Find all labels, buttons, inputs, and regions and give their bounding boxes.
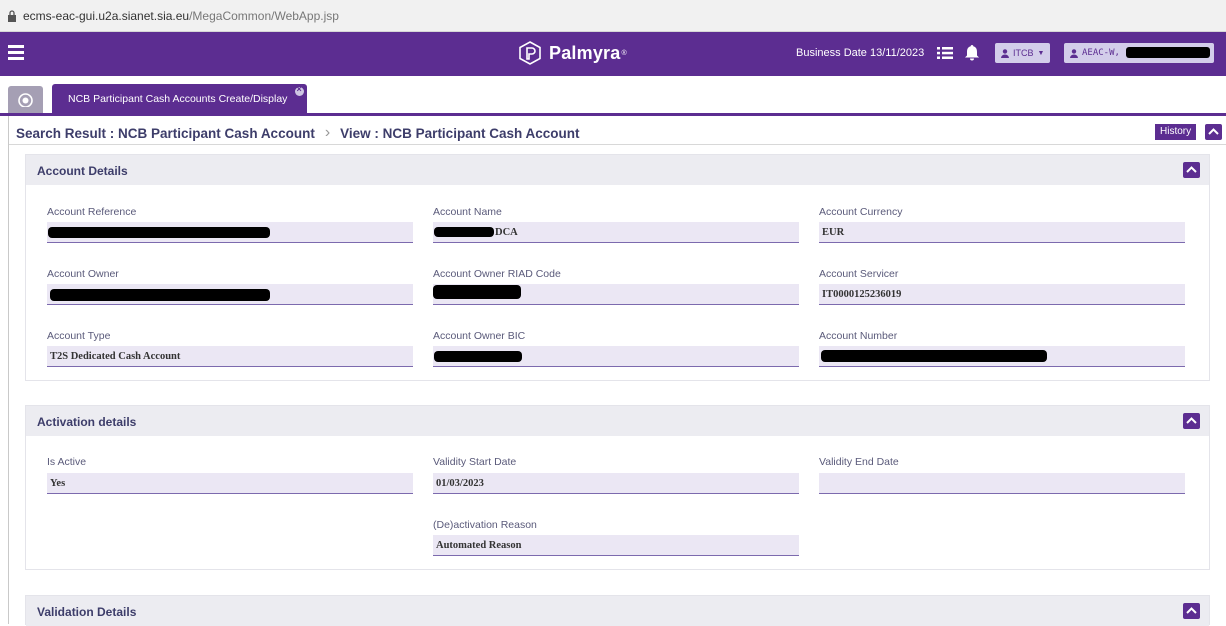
- content-border: [8, 116, 9, 624]
- hamburger-menu-icon[interactable]: [8, 45, 24, 61]
- validity-end-date-label: Validity End Date: [819, 456, 899, 468]
- deactivation-reason-label: (De)activation Reason: [433, 519, 537, 531]
- account-owner-bic-label: Account Owner BIC: [433, 330, 526, 342]
- chevron-up-icon: [1186, 607, 1197, 614]
- chevron-up-icon: [1186, 166, 1197, 173]
- validation-details-panel: Validation Details: [25, 595, 1210, 626]
- validation-details-header[interactable]: Validation Details: [26, 596, 1209, 626]
- account-owner-field: [47, 284, 413, 305]
- lock-icon: [8, 9, 16, 22]
- business-date: Business Date 13/11/2023: [796, 47, 925, 59]
- account-servicer-label: Account Servicer: [819, 268, 899, 280]
- activation-details-header[interactable]: Activation details: [26, 406, 1209, 436]
- account-number-field: [819, 346, 1185, 367]
- user-icon: [1070, 48, 1078, 58]
- task-list-icon[interactable]: [937, 46, 953, 60]
- account-owner-riad-label: Account Owner RIAD Code: [433, 268, 561, 280]
- redaction: [434, 227, 494, 237]
- collapse-validation-details-button[interactable]: [1183, 603, 1200, 619]
- account-currency-value: EUR: [822, 227, 845, 238]
- account-reference-label: Account Reference: [47, 206, 137, 218]
- account-reference-field: [47, 222, 413, 243]
- section-title: Account Details: [37, 164, 128, 178]
- account-type-label: Account Type: [47, 330, 111, 342]
- account-details-header[interactable]: Account Details: [26, 155, 1209, 185]
- collapse-page-button[interactable]: [1205, 124, 1222, 140]
- dashboard-icon: [18, 93, 33, 107]
- is-active-field: Yes: [47, 473, 413, 494]
- account-name-value: DCA: [495, 227, 518, 238]
- role-selector[interactable]: ITCB ▼: [995, 43, 1051, 63]
- validity-end-date-field: [819, 473, 1185, 494]
- is-active-label: Is Active: [47, 456, 87, 468]
- breadcrumb: Search Result : NCB Participant Cash Acc…: [16, 124, 579, 142]
- account-servicer-value: IT0000125236019: [822, 289, 902, 300]
- divider: [9, 144, 1226, 145]
- account-currency-field: EUR: [819, 222, 1185, 243]
- redaction: [821, 350, 1047, 362]
- account-servicer-field: IT0000125236019: [819, 284, 1185, 305]
- chevron-up-icon: [1208, 128, 1219, 135]
- history-button[interactable]: History: [1155, 124, 1197, 140]
- role-label: ITCB: [1013, 48, 1034, 58]
- is-active-value: Yes: [50, 478, 66, 489]
- home-tab[interactable]: [8, 86, 43, 113]
- tab-label: NCB Participant Cash Accounts Create/Dis…: [68, 93, 288, 105]
- palmyra-logo: Palmyra ®: [518, 41, 627, 65]
- notification-bell-icon[interactable]: [964, 44, 980, 61]
- account-owner-label: Account Owner: [47, 268, 119, 280]
- redaction: [48, 227, 270, 238]
- account-name-label: Account Name: [433, 206, 502, 218]
- redaction: [433, 285, 521, 299]
- activation-details-panel: Activation details Is Active Yes Validit…: [25, 405, 1210, 570]
- app-header: Palmyra ® Business Date 13/11/2023 ITCB ▼…: [0, 32, 1226, 76]
- chevron-right-icon: ›: [324, 124, 331, 141]
- redaction: [434, 351, 522, 362]
- user-menu[interactable]: AEAC-W,: [1064, 43, 1214, 63]
- palmyra-logo-icon: [519, 41, 541, 65]
- account-number-label: Account Number: [819, 330, 898, 342]
- account-currency-label: Account Currency: [819, 206, 903, 218]
- account-owner-bic-field: [433, 346, 799, 367]
- validity-start-date-field: 01/03/2023: [433, 473, 799, 494]
- account-type-value: T2S Dedicated Cash Account: [50, 351, 181, 362]
- chevron-down-icon: ▼: [1037, 49, 1045, 57]
- redaction: [50, 289, 270, 301]
- url-path: /MegaCommon/WebApp.jsp: [189, 8, 339, 23]
- validity-start-date-value: 01/03/2023: [436, 478, 484, 489]
- user-icon: [1001, 48, 1009, 58]
- brand-name: Palmyra: [549, 42, 621, 63]
- account-name-field: DCA: [433, 222, 799, 243]
- redaction: [1126, 47, 1210, 58]
- deactivation-reason-field: Automated Reason: [433, 535, 799, 556]
- deactivation-reason-value: Automated Reason: [436, 540, 522, 551]
- breadcrumb-parent[interactable]: Search Result : NCB Participant Cash Acc…: [16, 126, 315, 141]
- account-details-panel: Account Details Account Reference Accoun…: [25, 154, 1210, 381]
- user-label: AEAC-W,: [1082, 48, 1120, 58]
- account-owner-riad-field: [433, 284, 799, 305]
- browser-url-bar[interactable]: ecms-eac-gui.u2a.sianet.sia.eu/MegaCommo…: [0, 0, 1226, 32]
- validity-start-date-label: Validity Start Date: [433, 456, 517, 468]
- section-title: Activation details: [37, 415, 137, 429]
- breadcrumb-current: View : NCB Participant Cash Account: [340, 125, 580, 141]
- collapse-activation-details-button[interactable]: [1183, 413, 1200, 429]
- chevron-up-icon: [1186, 417, 1197, 424]
- url-host: ecms-eac-gui.u2a.sianet.sia.eu: [23, 8, 190, 23]
- tab-ncb-participant-cash-accounts[interactable]: NCB Participant Cash Accounts Create/Dis…: [52, 84, 307, 113]
- close-tab-icon[interactable]: [295, 84, 304, 96]
- tab-bar: NCB Participant Cash Accounts Create/Dis…: [0, 76, 1226, 116]
- account-type-field: T2S Dedicated Cash Account: [47, 346, 413, 367]
- section-title: Validation Details: [37, 605, 137, 619]
- collapse-account-details-button[interactable]: [1183, 162, 1200, 178]
